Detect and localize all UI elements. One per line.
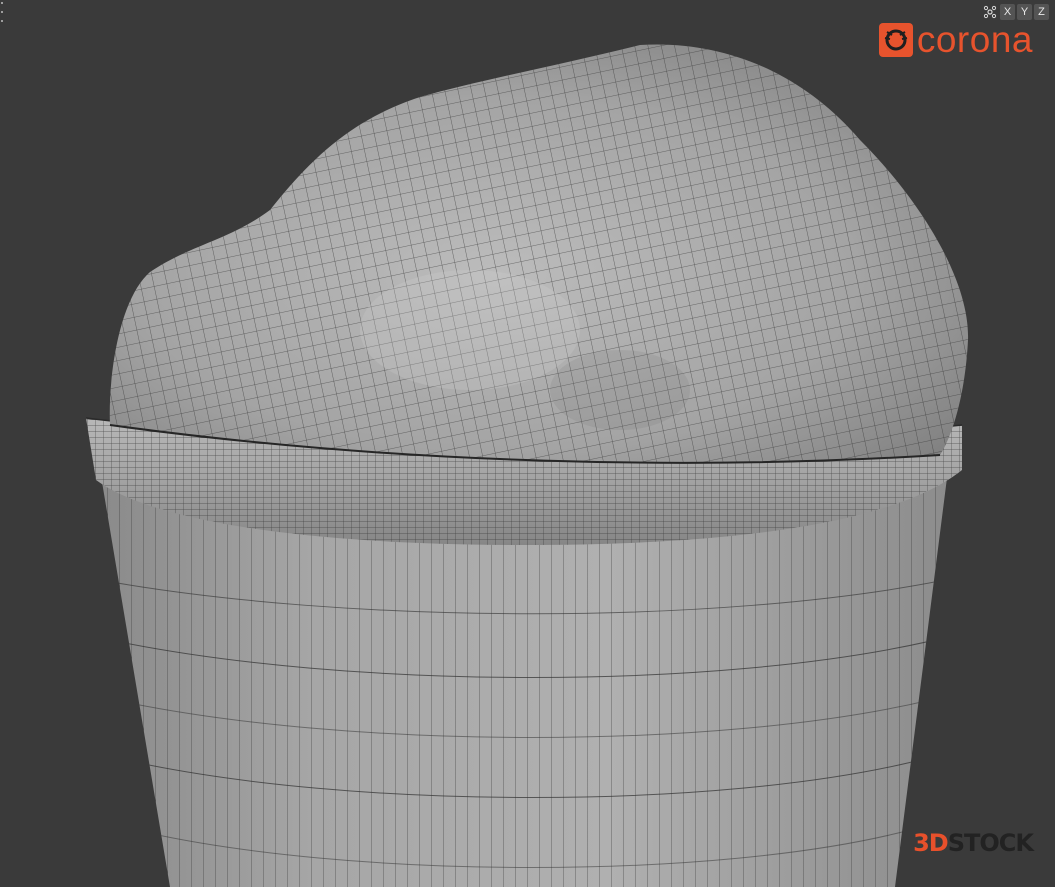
mesh-render[interactable]: [0, 0, 1055, 887]
axis-y-button[interactable]: Y: [1017, 4, 1032, 20]
orientation-gizmo-icon[interactable]: [982, 4, 998, 20]
corona-badge-icon: [878, 23, 913, 57]
corona-wordmark: corona: [916, 19, 1033, 60]
watermark-prefix: 3D: [913, 829, 949, 857]
dome-cap: [109, 44, 969, 464]
3dstock-watermark: 3D STOCK: [913, 829, 1034, 857]
handle-dot: [1, 20, 3, 22]
watermark-suffix: STOCK: [947, 829, 1034, 857]
axis-toolbar: X Y Z: [982, 4, 1049, 20]
handle-dot: [1, 2, 3, 4]
corona-logo: corona: [878, 19, 1033, 60]
panel-drag-handle[interactable]: [0, 2, 4, 22]
3d-viewport[interactable]: X Y Z corona 3D STOCK: [0, 0, 1055, 887]
axis-z-button[interactable]: Z: [1034, 4, 1049, 20]
axis-x-button[interactable]: X: [1000, 4, 1015, 20]
handle-dot: [1, 11, 3, 13]
